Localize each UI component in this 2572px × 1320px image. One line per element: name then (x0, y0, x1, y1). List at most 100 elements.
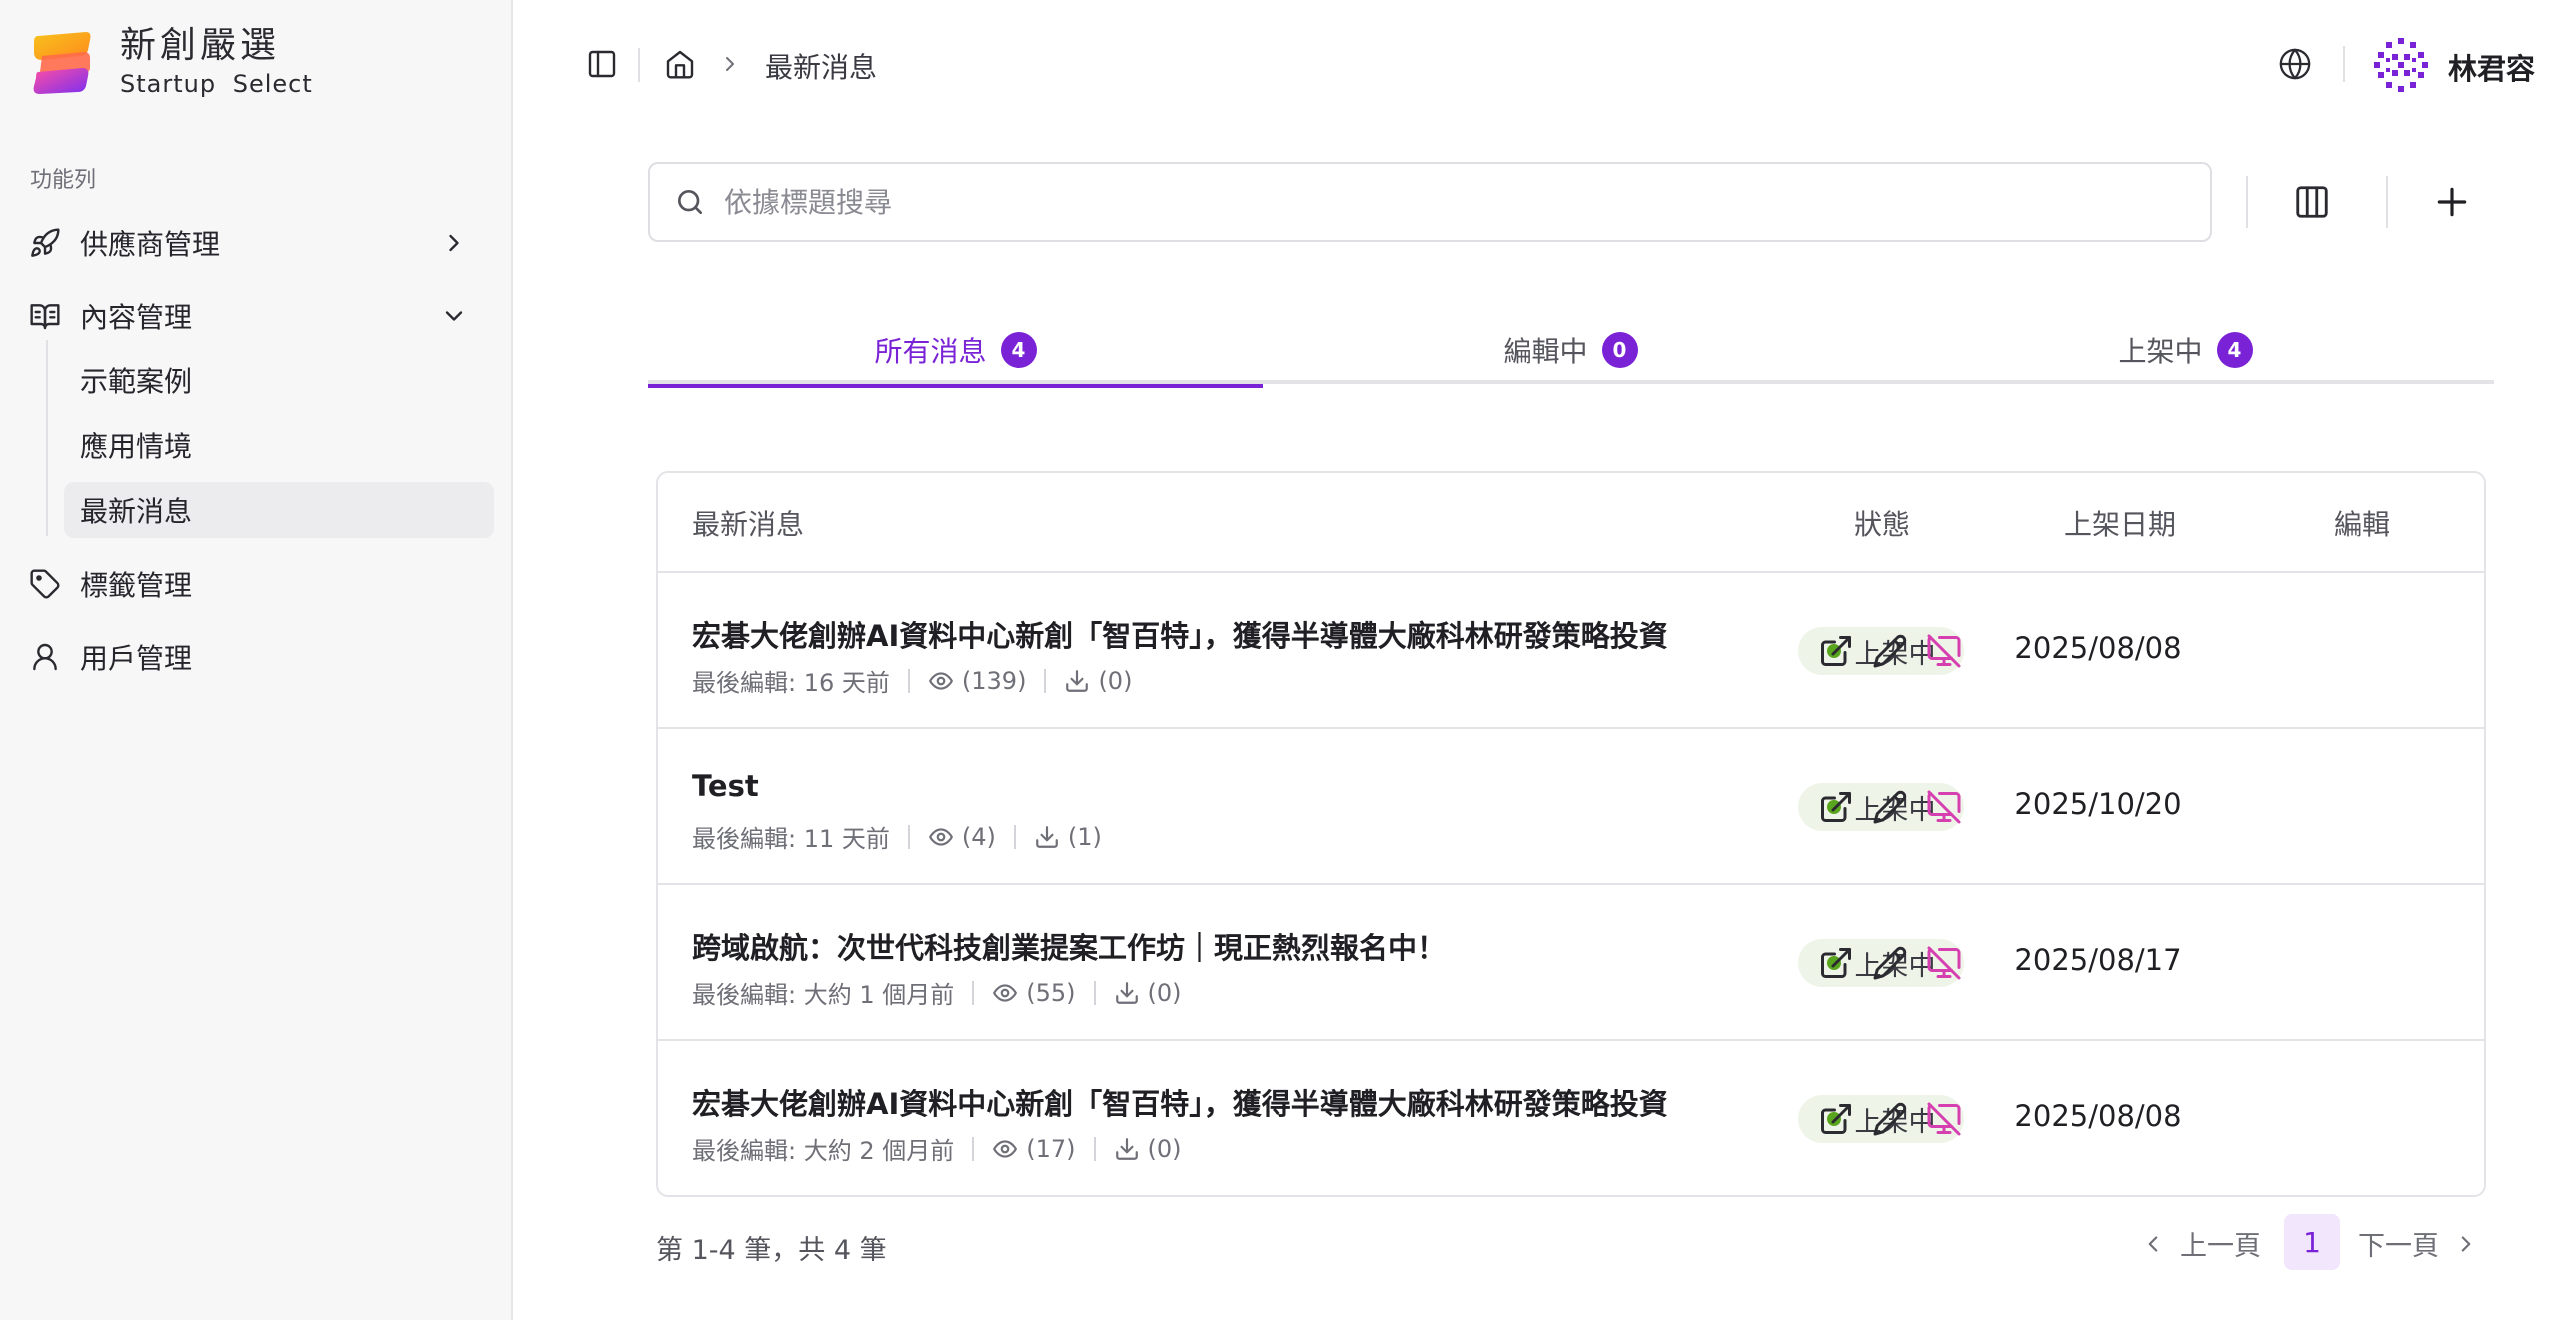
tab-count-badge: 4 (2216, 332, 2253, 368)
toolbar-divider (2246, 176, 2248, 228)
sidebar-toggle-icon[interactable] (584, 46, 620, 82)
download-icon (1115, 981, 1138, 1004)
tab-label: 所有消息 (874, 335, 987, 368)
publish-date: 2025/08/08 (2014, 1099, 2182, 1133)
search-box[interactable] (648, 162, 2212, 242)
status-tabs: 所有消息 4 編輯中 0 上架中 4 (648, 316, 2494, 388)
brand-name-en: Startup Select (120, 70, 313, 98)
download-icon (1036, 825, 1058, 848)
sidebar: 新創嚴選 Startup Select 功能列 供應商管理 內容管理 示範案例 … (0, 0, 513, 1320)
app-root: 新創嚴選 Startup Select 功能列 供應商管理 內容管理 示範案例 … (0, 0, 2572, 1320)
unpublish-monitor-off-icon[interactable] (1926, 945, 1962, 981)
external-link-icon[interactable] (1818, 633, 1854, 669)
tab-count-badge: 4 (1000, 332, 1037, 368)
tab-editing[interactable]: 編輯中 0 (1263, 316, 1878, 384)
meta-divider (907, 824, 910, 849)
tab-label: 編輯中 (1503, 335, 1588, 368)
sidebar-item-label: 供應商管理 (80, 228, 221, 261)
unpublish-monitor-off-icon[interactable] (1926, 1101, 1962, 1137)
sidebar-item-label: 用戶管理 (80, 642, 193, 675)
globe-icon[interactable] (2276, 45, 2314, 83)
user-name[interactable]: 林君容 (2448, 46, 2535, 88)
sidebar-item-tags[interactable]: 標籤管理 (28, 556, 478, 612)
table-row[interactable]: 宏碁大佬創辦AI資料中心新創「智百特」，獲得半導體大廠科林研發策略投資 最後編輯… (658, 573, 2484, 729)
row-meta: 最後編輯: 大約 2 個月前 (17) (0) (692, 1131, 1182, 1166)
external-link-icon[interactable] (1818, 1101, 1854, 1137)
unpublish-monitor-off-icon[interactable] (1926, 633, 1962, 669)
download-count: (1) (1067, 822, 1102, 851)
rocket-icon (28, 226, 62, 260)
row-meta: 最後編輯: 大約 1 個月前 (55) (0) (692, 975, 1182, 1010)
page-number-button[interactable]: 1 (2284, 1214, 2340, 1270)
publish-date: 2025/10/20 (2014, 787, 2182, 821)
news-title[interactable]: 跨域啟航：次世代科技創業提案工作坊｜現正熱烈報名中！ (692, 925, 1446, 967)
breadcrumb-current: 最新消息 (765, 51, 878, 84)
pencil-icon[interactable] (1872, 633, 1908, 669)
brand[interactable]: 新創嚴選 Startup Select (28, 26, 313, 98)
eye-icon (993, 983, 1018, 1002)
sidebar-subitem-scenarios[interactable]: 應用情境 (64, 417, 494, 473)
tab-all-news[interactable]: 所有消息 4 (648, 316, 1263, 388)
meta-divider (907, 668, 910, 693)
breadcrumb-chevron-icon (716, 50, 744, 78)
pagination-summary: 第 1-4 筆，共 4 筆 (656, 1235, 887, 1266)
pencil-icon[interactable] (1872, 945, 1908, 981)
brand-name-cn: 新創嚴選 (120, 25, 281, 66)
table-row[interactable]: 宏碁大佬創辦AI資料中心新創「智百特」，獲得半導體大廠科林研發策略投資 最後編輯… (658, 1041, 2484, 1195)
chevron-down-icon (445, 311, 463, 321)
view-count: (55) (1026, 978, 1076, 1007)
download-count: (0) (1147, 978, 1182, 1007)
table-row[interactable]: Test 最後編輯: 11 天前 (4) (1) 上架中 2025/10/20 (658, 729, 2484, 885)
table-header: 最新消息 狀態 上架日期 編輯 (658, 473, 2484, 573)
meta-divider (972, 980, 975, 1005)
meta-divider (1044, 668, 1047, 693)
table-row[interactable]: 跨域啟航：次世代科技創業提案工作坊｜現正熱烈報名中！ 最後編輯: 大約 1 個月… (658, 885, 2484, 1041)
meta-divider (1093, 1136, 1096, 1161)
sidebar-item-label: 內容管理 (80, 301, 193, 334)
column-header-date: 上架日期 (2064, 508, 2177, 541)
external-link-icon[interactable] (1818, 789, 1854, 825)
meta-divider (1013, 824, 1016, 849)
search-input[interactable] (724, 185, 2210, 219)
prev-page-button[interactable]: 上一頁 (2140, 1224, 2261, 1263)
avatar[interactable] (2372, 36, 2430, 94)
download-icon (1066, 669, 1089, 692)
add-icon[interactable] (2432, 182, 2472, 222)
pencil-icon[interactable] (1872, 1101, 1908, 1137)
news-table: 最新消息 狀態 上架日期 編輯 宏碁大佬創辦AI資料中心新創「智百特」，獲得半導… (656, 471, 2486, 1197)
next-page-button[interactable]: 下一頁 (2358, 1224, 2479, 1263)
sidebar-subitem-showcase[interactable]: 示範案例 (64, 352, 494, 408)
sidebar-item-content[interactable]: 內容管理 (28, 288, 478, 344)
column-header-edit: 編輯 (2334, 508, 2391, 541)
news-title[interactable]: 宏碁大佬創辦AI資料中心新創「智百特」，獲得半導體大廠科林研發策略投資 (692, 1081, 1668, 1123)
news-title[interactable]: Test (692, 769, 759, 803)
next-page-label: 下一頁 (2358, 1231, 2439, 1262)
meta-divider (1093, 980, 1096, 1005)
toolbar-divider (2343, 46, 2345, 82)
sidebar-subitem-news[interactable]: 最新消息 (64, 482, 494, 538)
news-title[interactable]: 宏碁大佬創辦AI資料中心新創「智百特」，獲得半導體大廠科林研發策略投資 (692, 613, 1668, 655)
columns-icon[interactable] (2292, 182, 2332, 222)
tab-published[interactable]: 上架中 4 (1878, 316, 2493, 384)
tab-count-badge: 0 (1601, 332, 1638, 368)
last-edited-label: 最後編輯: 大約 1 個月前 (692, 981, 955, 1009)
external-link-icon[interactable] (1818, 945, 1854, 981)
column-header-status: 狀態 (1854, 508, 1911, 541)
eye-icon (928, 827, 953, 846)
publish-date: 2025/08/08 (2014, 631, 2182, 665)
sidebar-section-label: 功能列 (30, 168, 97, 193)
tab-label: 上架中 (2118, 335, 2203, 368)
brand-logo-icon (33, 32, 91, 94)
last-edited-label: 最後編輯: 大約 2 個月前 (692, 1137, 955, 1165)
last-edited-label: 最後編輯: 11 天前 (692, 825, 890, 853)
home-icon[interactable] (662, 46, 698, 82)
sidebar-item-suppliers[interactable]: 供應商管理 (28, 215, 478, 271)
publish-date: 2025/08/17 (2014, 943, 2182, 977)
download-icon (1115, 1137, 1138, 1160)
sidebar-item-users[interactable]: 用戶管理 (28, 629, 478, 685)
unpublish-monitor-off-icon[interactable] (1926, 789, 1962, 825)
row-meta: 最後編輯: 16 天前 (139) (0) (692, 663, 1132, 698)
pencil-icon[interactable] (1872, 789, 1908, 825)
book-open-icon (28, 299, 62, 333)
chevron-right-icon (449, 234, 459, 252)
